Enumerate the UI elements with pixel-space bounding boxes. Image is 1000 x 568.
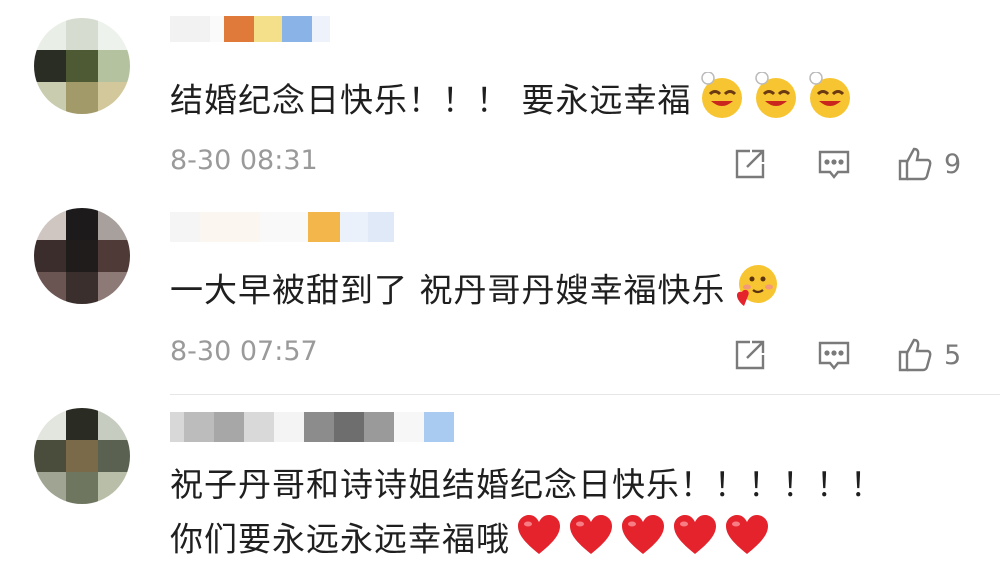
comment-icon bbox=[818, 341, 850, 370]
comment-text-line1: 祝子丹哥和诗诗姐结婚纪念日快乐！！！！！！ bbox=[170, 465, 884, 504]
comment-time: 8-30 08:31 bbox=[170, 145, 318, 176]
blush-heart-emoji bbox=[732, 262, 780, 322]
username-blurred[interactable] bbox=[170, 16, 330, 42]
comment-actions: 5 bbox=[732, 335, 992, 375]
share-icon bbox=[735, 149, 765, 179]
like-button[interactable]: 9 bbox=[896, 144, 961, 184]
comment-button[interactable] bbox=[816, 335, 852, 375]
hee-hee-emoji bbox=[806, 71, 854, 132]
comment-icon bbox=[818, 150, 850, 179]
thumbs-up-icon bbox=[898, 338, 932, 372]
red-heart-emoji bbox=[672, 514, 718, 568]
username-blurred[interactable] bbox=[170, 212, 394, 242]
comment-actions: 9 bbox=[732, 144, 992, 184]
share-button[interactable] bbox=[732, 144, 768, 184]
username-blurred[interactable] bbox=[170, 412, 454, 442]
red-heart-emoji bbox=[516, 514, 562, 568]
divider bbox=[170, 394, 1000, 395]
like-count: 9 bbox=[944, 148, 962, 180]
hee-hee-emoji bbox=[752, 71, 800, 132]
red-heart-emoji bbox=[568, 514, 614, 568]
comment-text-line2: 你们要永远永远幸福哦 bbox=[170, 519, 510, 559]
avatar[interactable] bbox=[34, 18, 130, 114]
comment-time: 8-30 07:57 bbox=[170, 336, 318, 367]
comment-text: 一大早被甜到了 祝丹哥丹嫂幸福快乐 bbox=[170, 262, 780, 322]
red-heart-emoji bbox=[724, 514, 770, 568]
like-button[interactable]: 5 bbox=[896, 335, 961, 375]
comment-text-content: 一大早被甜到了 祝丹哥丹嫂幸福快乐 bbox=[170, 270, 726, 310]
comment-button[interactable] bbox=[816, 144, 852, 184]
share-button[interactable] bbox=[732, 335, 768, 375]
hee-hee-emoji bbox=[698, 71, 746, 132]
comment-text: 结婚纪念日快乐！！！ 要永远幸福 bbox=[170, 71, 854, 132]
comment-text: 你们要永远永远幸福哦 bbox=[170, 514, 770, 568]
like-count: 5 bbox=[944, 339, 962, 371]
avatar[interactable] bbox=[34, 408, 130, 504]
avatar[interactable] bbox=[34, 208, 130, 304]
thumbs-up-icon bbox=[898, 147, 932, 181]
share-icon bbox=[735, 340, 765, 370]
comment-text-content: 结婚纪念日快乐！！！ 要永远幸福 bbox=[170, 80, 692, 120]
red-heart-emoji bbox=[620, 514, 666, 568]
